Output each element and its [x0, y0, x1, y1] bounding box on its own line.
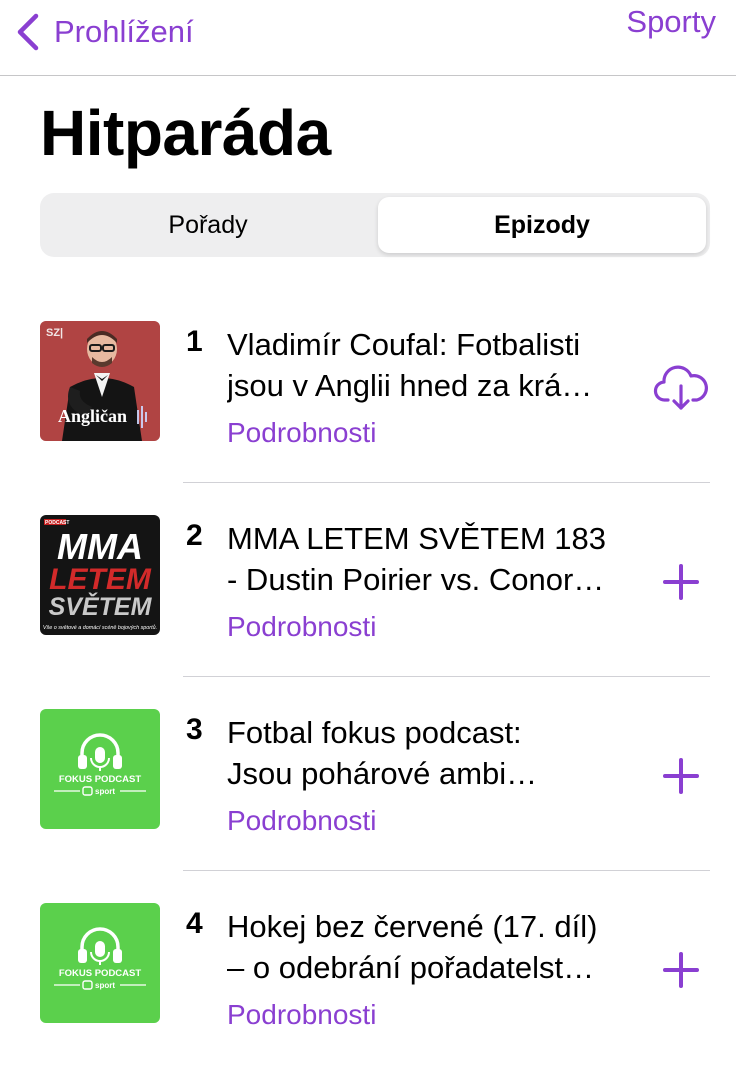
segment-episodes[interactable]: Epizody [378, 197, 706, 253]
download-cloud-icon [653, 365, 708, 410]
episode-title-line: Jsou pohárové ambi… [227, 756, 538, 791]
episode-title-line: MMA LETEM SVĚTEM 183 [227, 521, 606, 556]
row-divider [183, 482, 710, 483]
category-link-sports[interactable]: Sporty [626, 4, 716, 40]
add-episode-button[interactable] [650, 555, 712, 609]
episode-title[interactable]: Vladimír Coufal: Fotbalisti jsou v Angli… [227, 324, 639, 406]
back-button[interactable]: Prohlížení [14, 10, 194, 54]
details-link[interactable]: Podrobnosti [227, 611, 376, 643]
episode-title-line: Vladimír Coufal: Fotbalisti [227, 327, 581, 362]
segmented-control: Pořady Epizody [40, 193, 710, 257]
artwork-word-3: SVĚTEM [49, 591, 153, 621]
artwork-title: Angličan [58, 406, 127, 426]
episode-title[interactable]: MMA LETEM SVĚTEM 183 - Dustin Poirier vs… [227, 518, 639, 600]
episode-list: SZ| Angličan 1 Vladimír Coufal: Fotbalis… [0, 290, 736, 1066]
podcast-artwork-fokus[interactable]: FOKUS PODCAST sport [40, 709, 160, 829]
page-title: Hitparáda [40, 97, 331, 169]
rank-number: 1 [186, 325, 203, 358]
list-item: FOKUS PODCAST sport 4 Hokej bez červené … [0, 872, 736, 1066]
rank-number: 3 [186, 713, 203, 746]
details-link[interactable]: Podrobnosti [227, 999, 376, 1031]
episode-title-line: Hokej bez červené (17. díl) [227, 909, 598, 944]
artwork-brand: sport [95, 981, 115, 990]
details-link[interactable]: Podrobnosti [227, 805, 376, 837]
row-divider [183, 870, 710, 871]
episode-title-line: Fotbal fokus podcast: [227, 715, 522, 750]
list-item: FOKUS PODCAST sport 3 Fotbal fokus podca… [0, 678, 736, 872]
episode-title-line: – o odebrání pořadatelst… [227, 950, 595, 985]
download-button[interactable] [650, 361, 712, 415]
artwork-word-2: LETEM [49, 563, 152, 596]
add-episode-button[interactable] [650, 749, 712, 803]
list-item: SZ| Angličan 1 Vladimír Coufal: Fotbalis… [0, 290, 736, 484]
podcast-artwork-fokus[interactable]: FOKUS PODCAST sport [40, 903, 160, 1023]
artwork-word-1: MMA [57, 526, 143, 567]
segment-shows[interactable]: Pořady [44, 197, 372, 253]
episode-title-line: - Dustin Poirier vs. Conor… [227, 562, 605, 597]
plus-icon [663, 564, 699, 600]
list-item: PODCAST MMA LETEM SVĚTEM Vše o světové a… [0, 484, 736, 678]
rank-number: 4 [186, 907, 203, 940]
podcast-artwork-anglican[interactable]: SZ| Angličan [40, 321, 160, 441]
chevron-left-icon [17, 13, 39, 51]
details-link[interactable]: Podrobnosti [227, 417, 376, 449]
navigation-bar: Prohlížení Sporty [0, 0, 736, 76]
plus-icon [663, 952, 699, 988]
artwork-badge: SZ| [46, 327, 63, 339]
artwork-tagline: Vše o světové a domácí scéně bojových sp… [43, 624, 157, 631]
back-button-label: Prohlížení [54, 14, 194, 49]
plus-icon [663, 758, 699, 794]
episode-title[interactable]: Hokej bez červené (17. díl) – o odebrání… [227, 906, 639, 988]
episode-title-line: jsou v Anglii hned za krá… [227, 368, 593, 403]
episode-title[interactable]: Fotbal fokus podcast: Jsou pohárové ambi… [227, 712, 639, 794]
podcast-artwork-mma[interactable]: PODCAST MMA LETEM SVĚTEM Vše o světové a… [40, 515, 160, 635]
artwork-title: FOKUS PODCAST [59, 968, 142, 979]
artwork-title: FOKUS PODCAST [59, 774, 142, 785]
artwork-brand: sport [95, 787, 115, 796]
row-divider [183, 676, 710, 677]
rank-number: 2 [186, 519, 203, 552]
add-episode-button[interactable] [650, 943, 712, 997]
